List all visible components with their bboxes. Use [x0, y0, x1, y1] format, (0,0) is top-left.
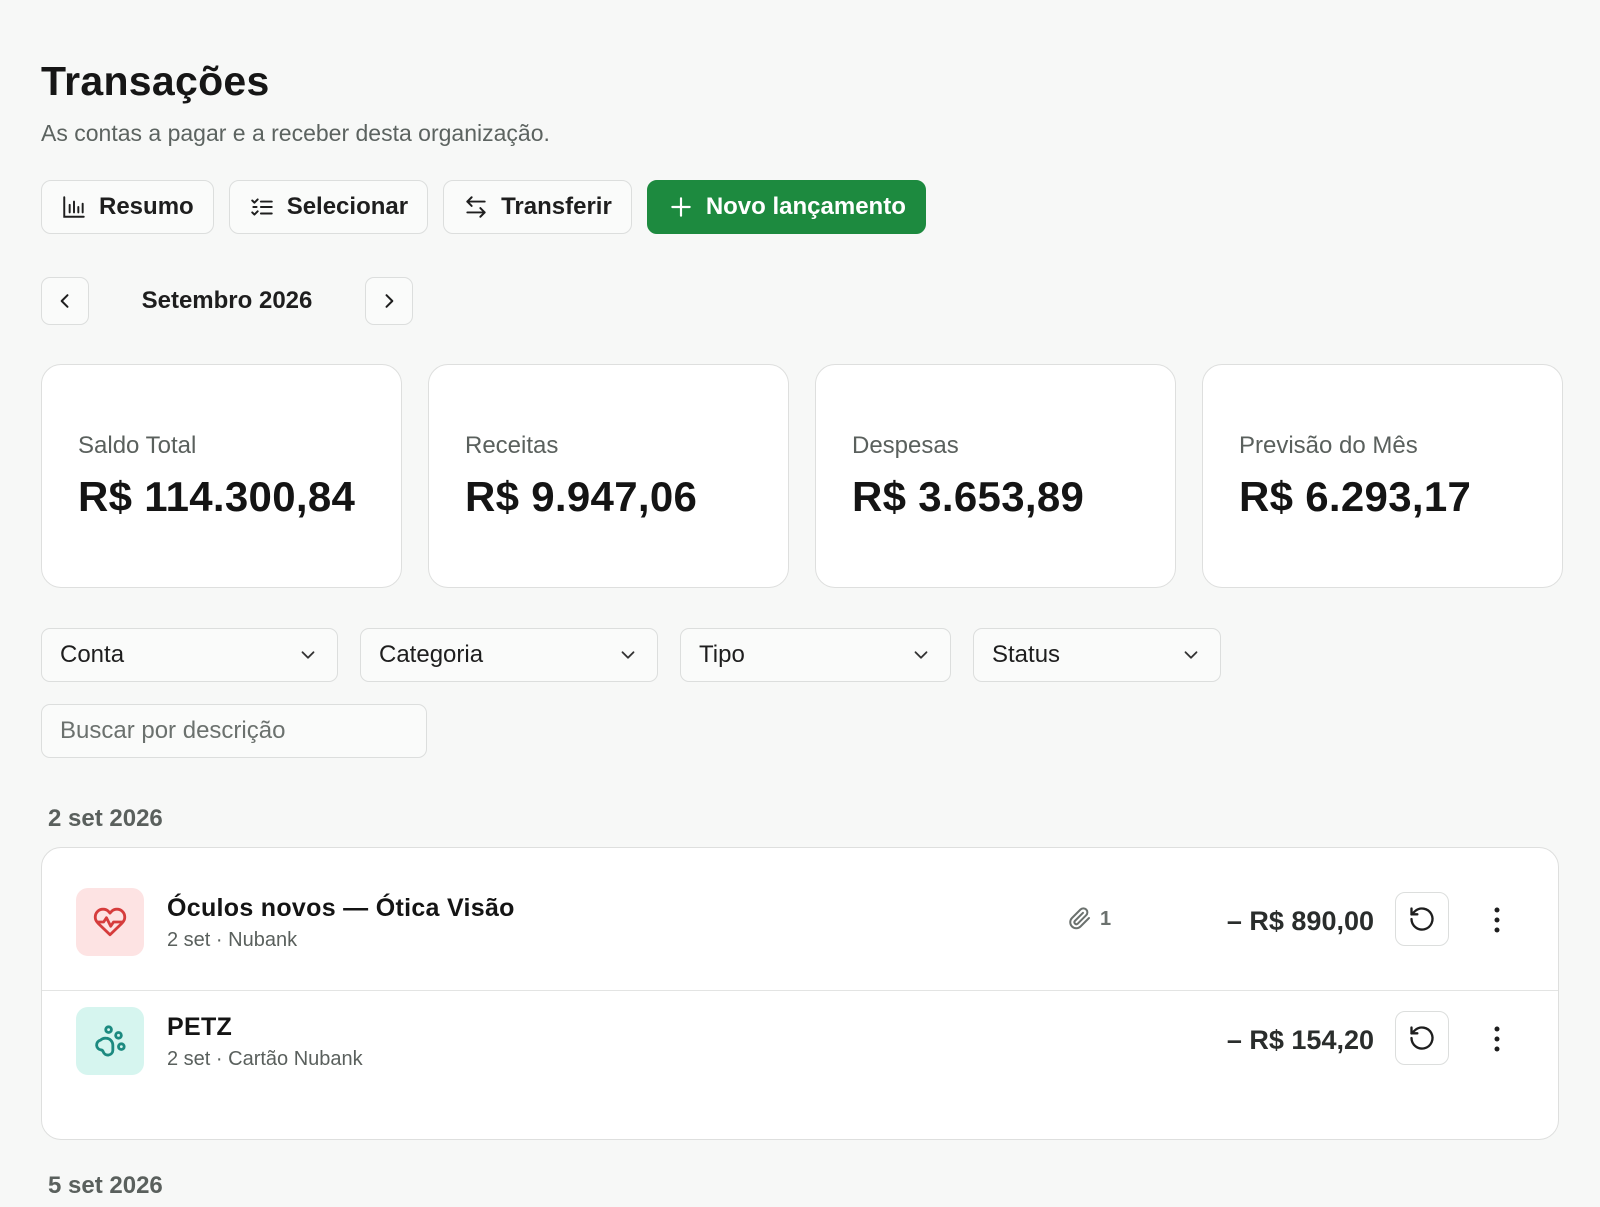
category-filter-select[interactable]: Categoria — [360, 628, 658, 682]
category-icon-badge — [76, 1007, 144, 1075]
transaction-title: Óculos novos — Ótica Visão — [167, 894, 515, 922]
month-navigator: Setembro 2026 — [41, 277, 413, 325]
more-vertical-icon — [1494, 907, 1500, 933]
transaction-row[interactable]: PETZ 2 set · Cartão Nubank – R$ 154,20 — [42, 992, 1558, 1110]
transaction-subtitle: 2 set · Nubank — [167, 929, 298, 951]
more-options-button[interactable] — [1477, 898, 1517, 942]
expenses-card: Despesas R$ 3.653,89 — [815, 364, 1176, 588]
next-month-button[interactable] — [365, 277, 413, 325]
income-card: Receitas R$ 9.947,06 — [428, 364, 789, 588]
bar-chart-icon — [63, 196, 85, 218]
filters-bar: Conta Categoria Tipo Status — [41, 628, 1221, 682]
chevron-left-icon — [60, 294, 69, 308]
chevron-down-icon — [914, 651, 928, 659]
category-icon-badge — [76, 888, 144, 956]
transaction-title: PETZ — [167, 1013, 233, 1041]
current-month-label: Setembro 2026 — [141, 287, 313, 314]
paperclip-icon — [1069, 907, 1090, 930]
type-filter-select[interactable]: Tipo — [680, 628, 951, 682]
card-value: R$ 114.300,84 — [78, 473, 356, 520]
chevron-down-icon — [621, 651, 635, 659]
attachments-indicator[interactable]: 1 — [1068, 907, 1111, 931]
new-entry-button[interactable]: Novo lançamento — [646, 180, 926, 234]
summary-button[interactable]: Resumo — [41, 180, 214, 234]
account-filter-label: Conta — [60, 641, 125, 668]
rotate-ccw-icon — [1410, 1026, 1434, 1050]
transaction-amount: – R$ 890,00 — [1226, 906, 1374, 936]
toolbar: Resumo Selecionar Transferir Novo lançam… — [41, 180, 926, 234]
total-balance-card: Saldo Total R$ 114.300,84 — [41, 364, 402, 588]
card-value: R$ 3.653,89 — [852, 473, 1085, 520]
card-label: Saldo Total — [78, 432, 197, 459]
summary-cards: Saldo Total R$ 114.300,84 Receitas R$ 9.… — [41, 364, 1563, 588]
select-label: Selecionar — [286, 193, 409, 220]
summary-label: Resumo — [99, 193, 194, 220]
status-filter-select[interactable]: Status — [973, 628, 1221, 682]
rotate-ccw-icon — [1410, 907, 1434, 931]
select-button[interactable]: Selecionar — [228, 180, 429, 234]
revert-button[interactable] — [1395, 1011, 1449, 1065]
account-filter-select[interactable]: Conta — [41, 628, 338, 682]
revert-button[interactable] — [1395, 892, 1449, 946]
chevron-down-icon — [301, 651, 315, 659]
new-entry-label: Novo lançamento — [705, 193, 906, 220]
search-input[interactable] — [41, 704, 427, 758]
type-filter-label: Tipo — [699, 641, 745, 668]
more-options-button[interactable] — [1477, 1017, 1517, 1061]
status-filter-label: Status — [992, 641, 1061, 668]
checklist-icon — [250, 198, 273, 216]
transaction-row[interactable]: Óculos novos — Ótica Visão 2 set · Nuban… — [42, 873, 1558, 991]
transfer-label: Transferir — [501, 193, 612, 220]
card-label: Receitas — [465, 432, 559, 459]
card-label: Previsão do Mês — [1239, 432, 1418, 459]
attachments-count: 1 — [1100, 907, 1112, 930]
month-forecast-card: Previsão do Mês R$ 6.293,17 — [1202, 364, 1563, 588]
plus-icon — [671, 197, 691, 217]
previous-month-button[interactable] — [41, 277, 89, 325]
page-title: Transações — [41, 58, 270, 104]
more-vertical-icon — [1494, 1026, 1500, 1052]
category-filter-label: Categoria — [379, 641, 484, 668]
card-label: Despesas — [852, 432, 959, 459]
paw-icon — [95, 1025, 126, 1057]
chevron-down-icon — [1184, 651, 1198, 659]
date-group-header: 5 set 2026 — [48, 1172, 163, 1199]
card-value: R$ 6.293,17 — [1239, 473, 1472, 520]
transaction-list: Óculos novos — Ótica Visão 2 set · Nuban… — [41, 847, 1559, 1140]
transaction-amount: – R$ 154,20 — [1226, 1025, 1374, 1055]
heart-pulse-icon — [93, 907, 127, 937]
date-group-header: 2 set 2026 — [48, 805, 163, 832]
arrows-left-right-icon — [466, 196, 486, 218]
chevron-right-icon — [385, 294, 394, 308]
card-value: R$ 9.947,06 — [465, 473, 698, 520]
transfer-button[interactable]: Transferir — [443, 180, 632, 234]
page-subtitle: As contas a pagar e a receber desta orga… — [41, 120, 550, 146]
transaction-subtitle: 2 set · Cartão Nubank — [167, 1048, 363, 1070]
